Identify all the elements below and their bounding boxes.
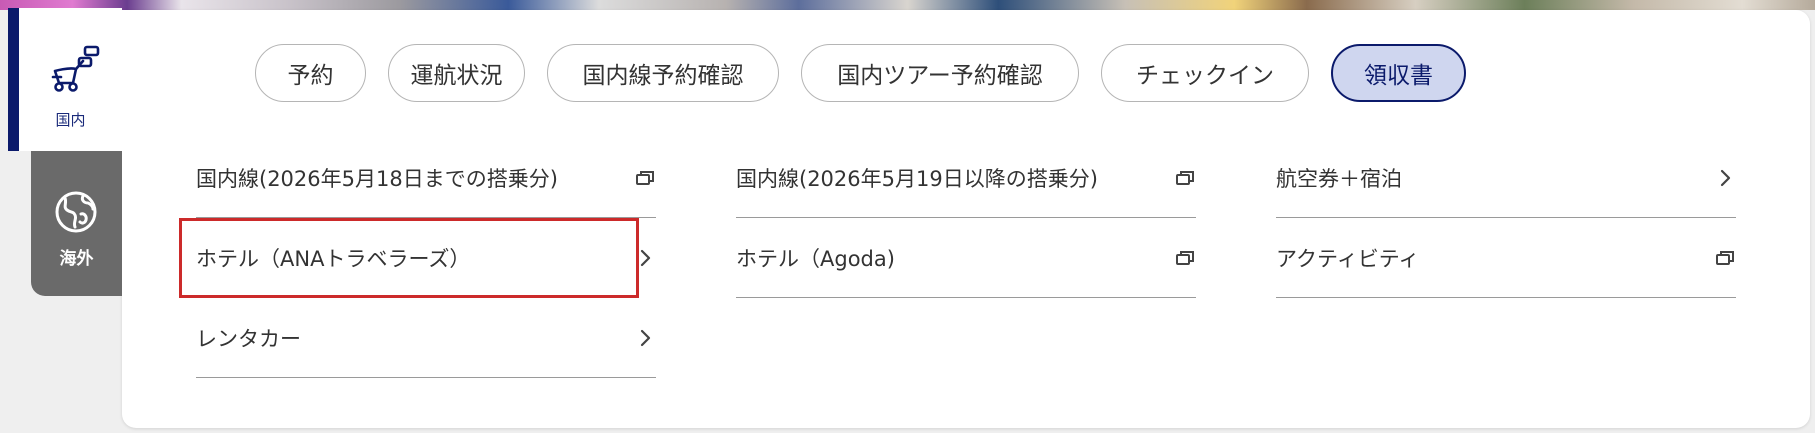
- link-hotel-agoda[interactable]: ホテル（Agoda): [736, 218, 1196, 298]
- external-window-icon: [1174, 247, 1196, 269]
- tab-overseas[interactable]: 海外: [31, 151, 122, 296]
- chevron-right-icon: [1714, 167, 1736, 189]
- link-hotel-ana-travelers[interactable]: ホテル（ANAトラベラーズ）: [196, 218, 656, 298]
- link-air-plus-hotel[interactable]: 航空券＋宿泊: [1276, 138, 1736, 218]
- tab-domestic-booking-check[interactable]: 国内線予約確認: [547, 44, 779, 102]
- service-tab-row: 予約 運航状況 国内線予約確認 国内ツアー予約確認 チェックイン 領収書: [255, 44, 1466, 102]
- external-window-icon: [1174, 167, 1196, 189]
- airline-seat-icon: [49, 43, 109, 103]
- tab-domestic[interactable]: 国内: [8, 8, 122, 151]
- reservation-panel: 予約 運航状況 国内線予約確認 国内ツアー予約確認 チェックイン 領収書 国内線…: [122, 10, 1810, 428]
- tab-domestic-tour-booking-check[interactable]: 国内ツアー予約確認: [801, 44, 1079, 102]
- link-label: 国内線(2026年5月19日以降の搭乗分): [736, 166, 1098, 191]
- tab-check-in[interactable]: チェックイン: [1101, 44, 1309, 102]
- external-window-icon: [1714, 247, 1736, 269]
- link-label: アクティビティ: [1276, 246, 1420, 271]
- chevron-right-icon: [634, 247, 656, 269]
- external-window-icon: [634, 167, 656, 189]
- link-domestic-until-may18[interactable]: 国内線(2026年5月18日までの搭乗分): [196, 138, 656, 218]
- link-domestic-from-may19[interactable]: 国内線(2026年5月19日以降の搭乗分): [736, 138, 1196, 218]
- tab-domestic-label: 国内: [55, 111, 86, 129]
- link-activities[interactable]: アクティビティ: [1276, 218, 1736, 298]
- link-label: レンタカー: [196, 326, 301, 351]
- chevron-right-icon: [634, 327, 656, 349]
- hero-photo-strip: [0, 0, 1815, 10]
- link-label: ホテル（Agoda): [736, 246, 895, 271]
- tab-overseas-label: 海外: [59, 249, 94, 269]
- tab-receipt[interactable]: 領収書: [1331, 44, 1466, 102]
- tab-flight-status[interactable]: 運航状況: [388, 44, 525, 102]
- link-rental-car[interactable]: レンタカー: [196, 298, 656, 378]
- link-label: 航空券＋宿泊: [1276, 166, 1402, 191]
- link-label: 国内線(2026年5月18日までの搭乗分): [196, 166, 558, 191]
- link-label: ホテル（ANAトラベラーズ）: [196, 247, 471, 271]
- globe-icon: [53, 189, 99, 235]
- tab-reservation[interactable]: 予約: [255, 44, 366, 102]
